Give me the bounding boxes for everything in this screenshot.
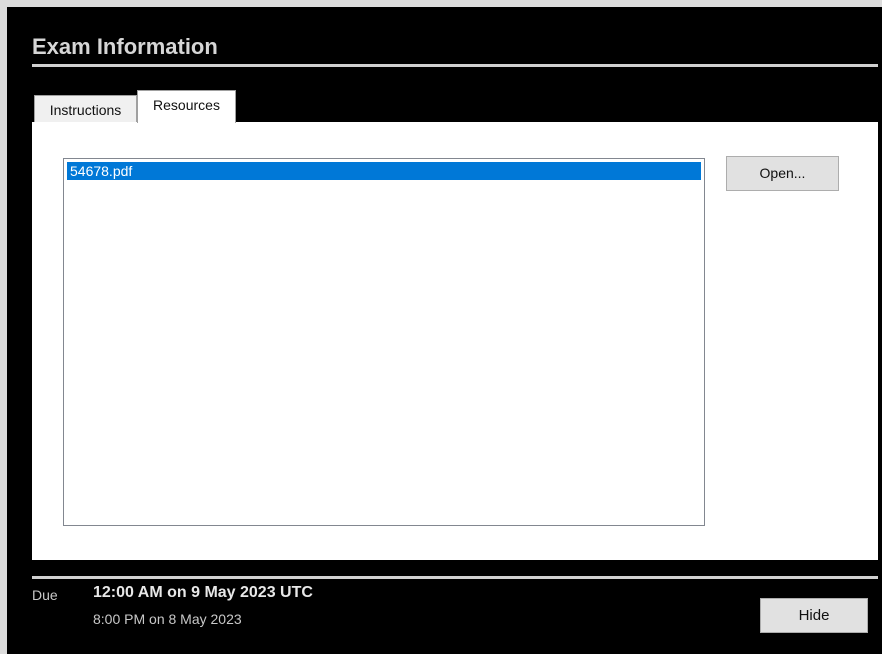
tab-instructions[interactable]: Instructions (34, 95, 137, 122)
due-date-local: 8:00 PM on 8 May 2023 (93, 611, 242, 627)
window-title: Exam Information (32, 34, 218, 59)
resources-listbox[interactable]: 54678.pdf (63, 158, 705, 526)
resources-panel: 54678.pdf Open... (32, 122, 878, 560)
due-date-utc: 12:00 AM on 9 May 2023 UTC (93, 584, 313, 601)
tab-resources[interactable]: Resources (137, 90, 236, 123)
open-button[interactable]: Open... (726, 156, 839, 191)
footer-divider (32, 576, 878, 579)
list-item[interactable]: 54678.pdf (67, 162, 701, 180)
title-divider (32, 64, 878, 67)
due-label: Due (32, 587, 58, 603)
exam-information-window: Exam Information Instructions Resources … (7, 7, 882, 654)
hide-button[interactable]: Hide (760, 598, 868, 633)
